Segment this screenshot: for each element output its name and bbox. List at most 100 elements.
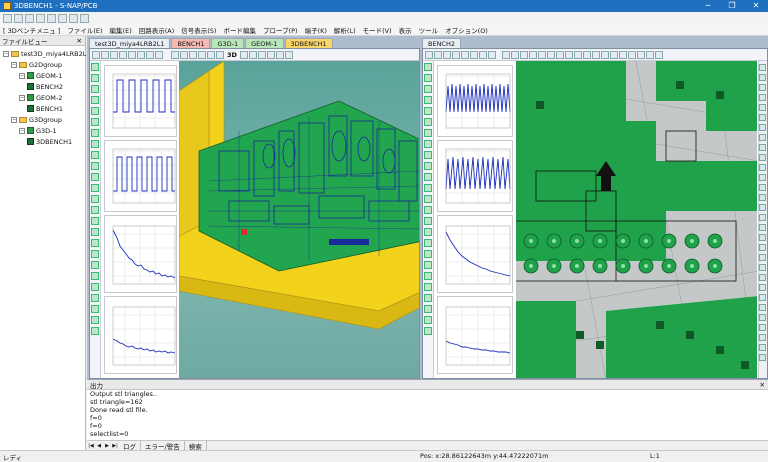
graph-tool-icon[interactable] <box>424 96 432 104</box>
graph-tool-icon[interactable] <box>91 118 99 126</box>
board-icon[interactable] <box>36 13 45 23</box>
spectrum-graph-2[interactable] <box>104 296 177 374</box>
graph-tool-icon[interactable] <box>424 140 432 148</box>
output-tab[interactable]: エラー/警告 <box>141 440 185 451</box>
waveform-graph-1[interactable] <box>104 65 177 137</box>
pcb-tool-icon[interactable] <box>759 264 766 271</box>
graph-tool-icon[interactable] <box>91 239 99 247</box>
document-tab[interactable]: BENCH1 <box>171 38 211 48</box>
zoom-out-icon[interactable] <box>434 50 442 59</box>
tree-item[interactable]: − G3D-1 <box>19 126 57 135</box>
graph-tool-icon[interactable] <box>91 107 99 115</box>
probe-icon[interactable] <box>592 50 600 59</box>
wire-icon[interactable] <box>248 50 257 59</box>
measure-icon[interactable] <box>146 50 154 59</box>
move-icon[interactable] <box>180 50 188 59</box>
pcb-tool-icon[interactable] <box>759 254 766 261</box>
pcb-tool-icon[interactable] <box>759 84 766 91</box>
graph-tool-icon[interactable] <box>424 272 432 280</box>
highlight-icon[interactable] <box>610 50 618 59</box>
menu-item[interactable]: 回路表示(A) <box>139 25 175 35</box>
graph-tool-icon[interactable] <box>91 228 99 236</box>
fit-icon[interactable] <box>443 50 451 59</box>
graph-tool-icon[interactable] <box>424 261 432 269</box>
pcb-tool-icon[interactable] <box>759 224 766 231</box>
menu-item[interactable]: [ 3Dベンチメニュ ] <box>3 25 60 35</box>
pan-icon[interactable] <box>452 50 460 59</box>
last-tab-icon[interactable]: ▶| <box>111 443 119 449</box>
tree-item[interactable]: 3DBENCH1 <box>27 137 72 146</box>
collapse-icon[interactable]: − <box>11 61 17 68</box>
export-icon[interactable] <box>155 50 163 59</box>
document-tab[interactable]: 3DBENCH1 <box>284 38 333 48</box>
graph-tool-icon[interactable] <box>91 129 99 137</box>
clear-icon[interactable] <box>628 50 636 59</box>
close-button[interactable]: ✕ <box>744 0 768 12</box>
pcb-tool-icon[interactable] <box>759 334 766 341</box>
document-tab[interactable]: BENCH2 <box>422 38 461 48</box>
pcb-tool-icon[interactable] <box>759 164 766 171</box>
pcb-tool-icon[interactable] <box>759 314 766 321</box>
collapse-icon[interactable]: − <box>19 72 25 79</box>
waveform-graph-2[interactable] <box>104 140 177 212</box>
pcb-tool-icon[interactable] <box>759 174 766 181</box>
route-icon[interactable] <box>547 50 555 59</box>
pcb-tool-icon[interactable] <box>759 194 766 201</box>
document-tab[interactable]: G3D-1 <box>211 38 245 48</box>
menu-item[interactable]: 端子(K) <box>305 25 327 35</box>
select-icon[interactable] <box>171 50 179 59</box>
graph-tool-icon[interactable] <box>424 107 432 115</box>
collapse-icon[interactable]: − <box>19 94 25 101</box>
output-close-icon[interactable]: ✕ <box>760 381 765 389</box>
collapse-icon[interactable]: − <box>3 50 9 57</box>
graph-tool-icon[interactable] <box>424 118 432 126</box>
graph-tool-icon[interactable] <box>91 327 99 335</box>
menu-item[interactable]: 信号表示(S) <box>181 25 216 35</box>
camera-icon[interactable] <box>275 50 284 59</box>
pcb-tool-icon[interactable] <box>759 354 766 361</box>
tree-item[interactable]: BENCH1 <box>27 104 63 113</box>
graph-tool-icon[interactable] <box>91 294 99 302</box>
collapse-icon[interactable]: − <box>11 116 17 123</box>
graph-tool-icon[interactable] <box>424 151 432 159</box>
marker-icon[interactable] <box>470 50 478 59</box>
graph-tool-icon[interactable] <box>91 217 99 225</box>
graph-tool-icon[interactable] <box>91 96 99 104</box>
pcb-layout-view[interactable] <box>516 61 757 378</box>
graph-tool-icon[interactable] <box>424 250 432 258</box>
document-tab[interactable]: GEOM-1 <box>245 38 284 48</box>
pcb-tool-icon[interactable] <box>759 144 766 151</box>
3d-board-view[interactable] <box>179 61 419 378</box>
graph-tool-icon[interactable] <box>91 261 99 269</box>
zoom-in-icon[interactable] <box>425 50 433 59</box>
graph-tool-icon[interactable] <box>91 173 99 181</box>
menu-item[interactable]: オプション(O) <box>445 25 488 35</box>
graph-tool-icon[interactable] <box>424 63 432 71</box>
graph-tool-icon[interactable] <box>91 195 99 203</box>
maximize-button[interactable]: ❐ <box>720 0 744 12</box>
select-icon[interactable] <box>502 50 510 59</box>
graph-tool-icon[interactable] <box>424 228 432 236</box>
graph-tool-icon[interactable] <box>424 195 432 203</box>
menu-item[interactable]: ツール <box>419 25 439 35</box>
measure2-icon[interactable] <box>619 50 627 59</box>
collapse-icon[interactable]: − <box>19 127 25 134</box>
pcb-tool-icon[interactable] <box>759 94 766 101</box>
run-icon[interactable] <box>637 50 645 59</box>
pad-icon[interactable] <box>565 50 573 59</box>
delete-icon[interactable] <box>601 50 609 59</box>
view-side-icon[interactable] <box>216 50 224 59</box>
graph-tool-icon[interactable] <box>91 316 99 324</box>
pcb-tool-icon[interactable] <box>759 154 766 161</box>
arrow-left-icon[interactable] <box>511 50 519 59</box>
pcb-tool-icon[interactable] <box>759 184 766 191</box>
document-tab[interactable]: test3D_miya4LRB2L1 <box>89 38 171 48</box>
export-icon[interactable] <box>488 50 496 59</box>
light-icon[interactable] <box>266 50 275 59</box>
menu-item[interactable]: プローブ(P) <box>263 25 298 35</box>
graph-tool-icon[interactable] <box>91 140 99 148</box>
menu-item[interactable]: モード(V) <box>363 25 392 35</box>
pcb-tool-icon[interactable] <box>759 234 766 241</box>
prev-tab-icon[interactable]: ◀ <box>95 443 103 449</box>
new-file-icon[interactable] <box>3 13 12 23</box>
